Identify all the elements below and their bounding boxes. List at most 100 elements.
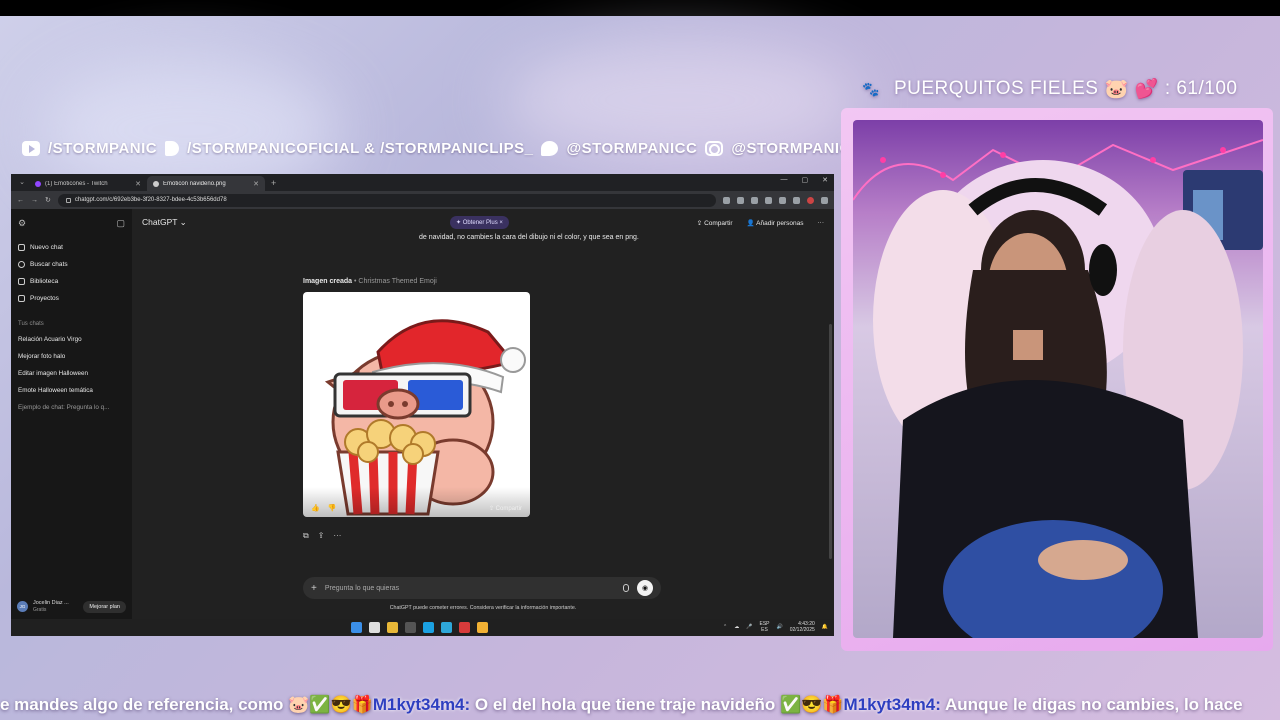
- chats-section-title: Tus chats: [18, 321, 44, 327]
- thumbs-down-icon[interactable]: 👎: [328, 504, 337, 512]
- volume-icon[interactable]: 🔊: [777, 624, 783, 630]
- new-tab-button[interactable]: +: [265, 176, 282, 191]
- date: 02/12/2025: [789, 627, 815, 633]
- chrome-icon[interactable]: [477, 622, 488, 633]
- image-created-label: Imagen creada: [303, 278, 353, 285]
- sidebar-toggle-icon[interactable]: ▢: [116, 218, 125, 229]
- user-menu[interactable]: JG Jocelin Diaz ... Gratis Mejorar plan: [17, 600, 126, 613]
- address-bar: ← → ↻ chatgpt.com/c/692eb3be-3f20-8327-b…: [11, 191, 834, 209]
- search-icon: [18, 261, 25, 268]
- composer[interactable]: + Pregunta lo que quieras ◉: [303, 577, 661, 599]
- add-people-button[interactable]: 👤 Añadir personas: [747, 219, 804, 227]
- bookmark-star-icon[interactable]: [737, 196, 744, 204]
- extensions-puzzle-icon[interactable]: [779, 196, 786, 204]
- forward-icon[interactable]: →: [31, 197, 38, 204]
- extensions: [723, 196, 828, 204]
- chatgpt-app: ⚙ ▢ Nuevo chat Buscar chats Biblioteca P…: [11, 209, 834, 619]
- site-info-icon[interactable]: [65, 197, 71, 203]
- follower-goal: 🐾 PUERQUITOS FIELES 🐷 💕 : 61/100: [862, 76, 1237, 102]
- lang-secondary: ES: [761, 627, 768, 633]
- sidebar-item-label: Nuevo chat: [30, 244, 63, 251]
- user-message: de navidad, no cambies la cara del dibuj…: [419, 234, 639, 241]
- model-selector[interactable]: ChatGPT ⌄: [142, 217, 187, 228]
- share-button[interactable]: ⇪ Compartir: [697, 219, 733, 227]
- chat-history-item[interactable]: Editar imagen Halloween: [18, 365, 125, 382]
- notification-icon[interactable]: 🔔: [822, 624, 828, 630]
- youtube-icon: [22, 140, 40, 156]
- sidebar-item-projects[interactable]: Proyectos: [18, 290, 125, 307]
- attach-plus-icon[interactable]: +: [311, 583, 317, 594]
- upgrade-plan-button[interactable]: Mejorar plan: [83, 600, 126, 613]
- clock[interactable]: 4:43:20 02/12/2025: [790, 621, 815, 633]
- extension-icon[interactable]: [751, 196, 758, 204]
- tiktok-icon: [165, 140, 180, 156]
- tab-search-icon[interactable]: ⌄: [15, 174, 29, 191]
- windows-start-icon[interactable]: [351, 622, 362, 633]
- image-overlay-gradient: [303, 487, 530, 517]
- copy-icon[interactable]: ⧉: [303, 531, 309, 541]
- tab-emoticon[interactable]: Emoticon navideño.png ✕: [147, 176, 265, 191]
- ticker-text: O el del hola que tiene traje navideño: [470, 695, 781, 714]
- sidebar-item-new-chat[interactable]: Nuevo chat: [18, 239, 125, 256]
- add-people-label: Añadir personas: [756, 219, 804, 227]
- download-icon[interactable]: [793, 196, 800, 204]
- chat-history-item[interactable]: Ejemplo de chat: Pregunta lo q...: [18, 399, 125, 416]
- minimize-button[interactable]: —: [781, 176, 788, 184]
- search-icon[interactable]: [369, 622, 380, 633]
- maximize-button[interactable]: ▢: [802, 176, 809, 184]
- network-icon[interactable]: ☁: [734, 624, 739, 630]
- close-tab-icon[interactable]: ✕: [135, 180, 141, 188]
- streamer-video: [853, 139, 1263, 638]
- more-icon[interactable]: ···: [333, 531, 341, 541]
- social-tiktok: /STORMPANICOFICIAL & /STORMPANICLIPS_: [187, 139, 534, 157]
- emote-group: 🐷✅😎🎁: [288, 695, 373, 714]
- sidebar-item-label: Biblioteca: [30, 278, 59, 285]
- reload-icon[interactable]: ↻: [45, 196, 51, 204]
- chat-history-item[interactable]: Relación Acuario Virgo: [18, 331, 125, 348]
- close-tab-icon[interactable]: ✕: [253, 180, 259, 188]
- chat-header: ChatGPT ⌄ ✦ Obtener Plus × ⇪ Compartir 👤…: [132, 209, 834, 236]
- microphone-icon[interactable]: [623, 584, 629, 592]
- mic-icon[interactable]: 🎤: [746, 624, 752, 630]
- image-share-label: Compartir: [495, 506, 522, 512]
- share-icon[interactable]: ⇪: [318, 531, 325, 541]
- social-instagram: @STORMPANIC: [731, 139, 851, 157]
- app-icon[interactable]: [459, 622, 470, 633]
- composer-input[interactable]: Pregunta lo que quieras: [325, 585, 399, 592]
- webcam-frame: [841, 108, 1273, 651]
- sidebar-item-search[interactable]: Buscar chats: [18, 256, 125, 273]
- sidebar-item-library[interactable]: Biblioteca: [18, 273, 125, 290]
- profile-avatar[interactable]: [807, 196, 814, 204]
- app-icon[interactable]: [405, 622, 416, 633]
- windows-taskbar: ⌃ ☁ 🎤 ESP ES 🔊 4:43:20 02/12/2025 🔔: [11, 619, 834, 636]
- chevron-up-icon[interactable]: ⌃: [723, 624, 727, 630]
- close-window-button[interactable]: ✕: [822, 176, 828, 184]
- back-icon[interactable]: ←: [17, 197, 24, 204]
- thumbs-up-icon[interactable]: 👍: [311, 504, 320, 512]
- sidebar: ⚙ ▢ Nuevo chat Buscar chats Biblioteca P…: [11, 209, 132, 619]
- scrollbar[interactable]: [829, 324, 832, 559]
- generated-image[interactable]: 👍 👎 ⇪ Compartir: [303, 292, 530, 517]
- library-icon: [18, 278, 25, 285]
- chat-history-item[interactable]: Mejorar foto halo: [18, 348, 125, 365]
- sidebar-item-label: Buscar chats: [30, 261, 68, 268]
- paw-icon: 🐾: [862, 80, 880, 97]
- twitter-icon: [541, 140, 559, 156]
- image-caption: Imagen creada • Christmas Themed Emoji: [303, 278, 437, 285]
- more-options-button[interactable]: ···: [818, 219, 825, 226]
- openai-logo-icon[interactable]: ⚙: [18, 218, 26, 229]
- system-tray: ⌃ ☁ 🎤 ESP ES 🔊 4:43:20 02/12/2025 🔔: [723, 621, 828, 633]
- menu-kebab-icon[interactable]: [821, 196, 828, 204]
- file-explorer-icon[interactable]: [387, 622, 398, 633]
- get-plus-button[interactable]: ✦ Obtener Plus ×: [450, 216, 509, 229]
- url-input[interactable]: chatgpt.com/c/692eb3be-3f20-8327-bdee-4c…: [57, 193, 716, 207]
- language-indicator[interactable]: ESP ES: [759, 621, 769, 633]
- edge-icon[interactable]: [441, 622, 452, 633]
- image-share-button[interactable]: ⇪ Compartir: [489, 505, 522, 512]
- chat-history-item[interactable]: Emote Halloween temática: [18, 382, 125, 399]
- voice-mode-icon[interactable]: ◉: [637, 580, 653, 596]
- zoom-icon[interactable]: [723, 196, 730, 204]
- tab-twitch[interactable]: (1) Emoticones - Twitch ✕: [29, 176, 147, 191]
- steam-icon[interactable]: [423, 622, 434, 633]
- extension-icon[interactable]: [765, 196, 772, 204]
